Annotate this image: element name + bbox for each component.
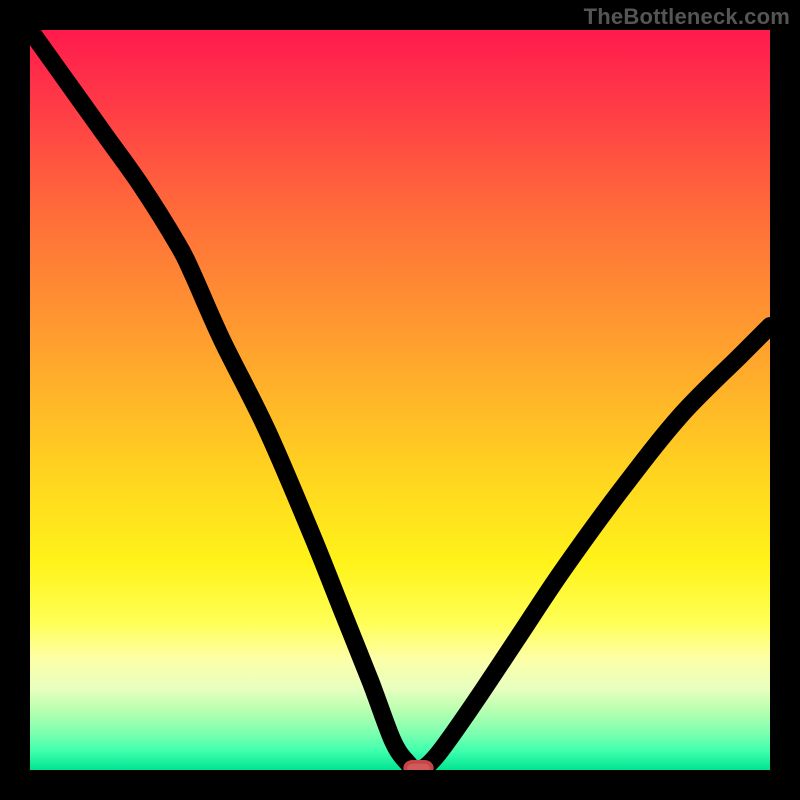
optimum-marker — [405, 762, 432, 770]
watermark-text: TheBottleneck.com — [584, 4, 790, 30]
chart-frame: TheBottleneck.com — [0, 0, 800, 800]
plot-area — [30, 30, 770, 770]
bottleneck-curve — [30, 30, 770, 770]
curve-svg — [30, 30, 770, 770]
